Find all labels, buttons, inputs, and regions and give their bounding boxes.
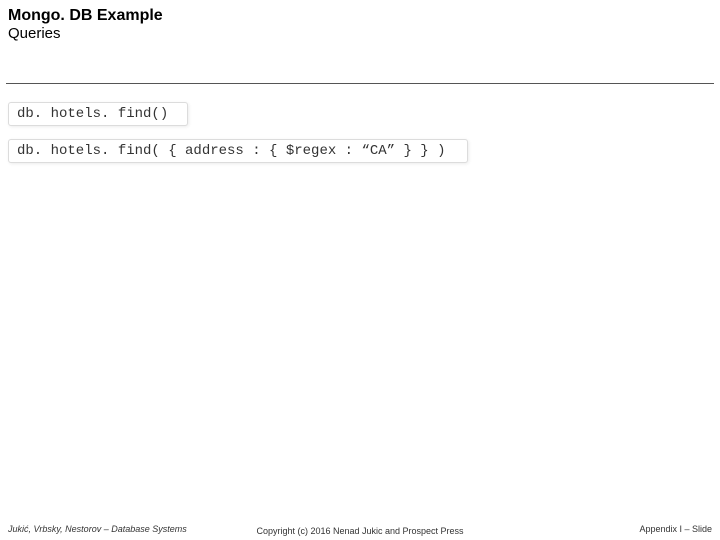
slide-title-line2: Queries [8,25,712,43]
footer-copyright: Copyright (c) 2016 Nenad Jukic and Prosp… [256,526,463,536]
slide: Mongo. DB Example Queries db. hotels. fi… [0,0,720,540]
footer-authors: Jukić, Vrbsky, Nestorov – Database Syste… [8,524,187,534]
code-example-2: db. hotels. find( { address : { $regex :… [8,139,468,163]
slide-content: db. hotels. find() db. hotels. find( { a… [0,84,720,163]
code-example-1: db. hotels. find() [8,102,188,126]
footer-appendix: Appendix I – Slide [639,524,712,534]
slide-title-line1: Mongo. DB Example [8,6,712,25]
slide-header: Mongo. DB Example Queries [0,0,720,53]
footer-authors-text: Jukić, Vrbsky, Nestorov – Database Syste… [8,524,187,534]
